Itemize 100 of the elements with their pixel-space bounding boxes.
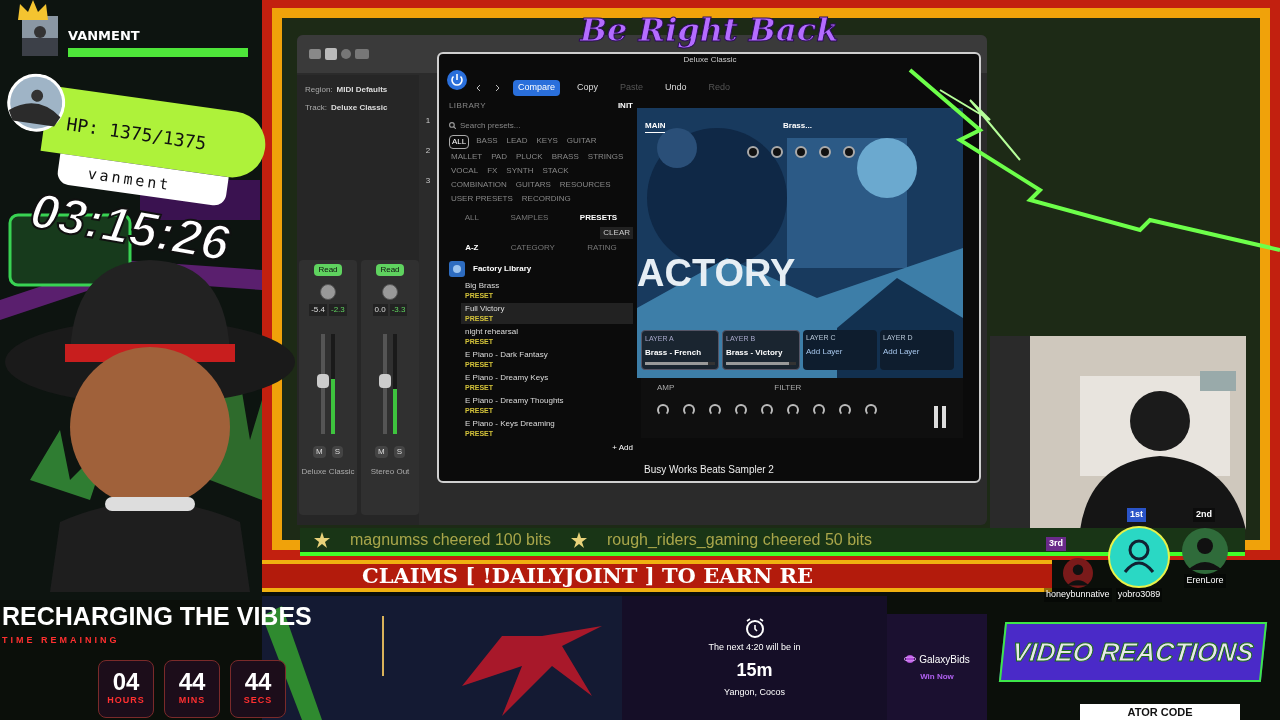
automation-mode[interactable]: Read	[376, 264, 404, 276]
alarm-clock-icon	[743, 617, 766, 639]
toolbar-button[interactable]: Undo	[660, 80, 692, 96]
widget-caption: The next 4:20 will be in	[708, 641, 801, 654]
countdown-value: 04	[112, 670, 140, 695]
inspector-value: Deluxe Classic	[330, 102, 388, 114]
level-reading: -2.3	[329, 304, 347, 316]
pause-icon[interactable]	[934, 406, 946, 428]
clear-button[interactable]: CLEAR	[600, 227, 633, 239]
add-button[interactable]: + Add	[612, 442, 633, 454]
sort-tab[interactable]: RATING	[587, 242, 617, 254]
knob[interactable]	[735, 404, 747, 416]
patch-name[interactable]: Brass...	[783, 120, 812, 132]
leader-name: honeybunnative	[1044, 588, 1112, 602]
category-chip[interactable]: ALL	[449, 135, 470, 149]
inspector-value: MIDI Defaults	[336, 84, 388, 96]
preset-name: INIT	[617, 100, 633, 112]
category-chip[interactable]: RECORDING	[519, 193, 573, 205]
planet-icon	[904, 653, 917, 665]
category-chip[interactable]: STRINGS	[585, 151, 626, 163]
countdown-unit: MINS	[178, 694, 206, 708]
strip-button[interactable]: S	[331, 446, 343, 458]
category-chip[interactable]: GUITAR	[564, 135, 599, 149]
star-icon	[314, 532, 330, 548]
countdown-value: 44	[244, 670, 272, 695]
source-tab[interactable]: SAMPLES	[510, 212, 549, 224]
category-chip[interactable]: BRASS	[549, 151, 581, 163]
category-chip[interactable]: KEYS	[534, 135, 560, 149]
fader-handle[interactable]	[379, 374, 391, 388]
toolbar-button[interactable]: Compare	[513, 80, 560, 96]
ticker-message: rough_riders_gaming cheered 50 bits	[607, 530, 873, 550]
section-label: FILTER	[774, 382, 802, 394]
power-icon[interactable]	[447, 70, 467, 90]
category-chip[interactable]: SYNTH	[504, 165, 536, 177]
section-label: AMP	[657, 382, 675, 394]
countdown-unit: SECS	[243, 694, 273, 708]
knob[interactable]	[657, 404, 669, 416]
knob[interactable]	[865, 404, 877, 416]
folder-icon	[449, 261, 465, 277]
knob[interactable]	[709, 404, 721, 416]
banner-text: CLAIMS [ !DAILYJOINT ] TO EARN RE	[362, 562, 813, 591]
widget-value: 15m	[736, 658, 773, 682]
folder-name[interactable]: Factory Library	[473, 263, 532, 275]
search-field[interactable]: Search presets...	[460, 119, 600, 132]
preset-title: E Piano - Dreamy Thoughts	[465, 396, 565, 406]
star-icon	[571, 532, 587, 548]
track-number: 3	[425, 175, 431, 187]
category-chip[interactable]: GUITARS	[513, 179, 553, 191]
pan-knob[interactable]	[320, 284, 336, 300]
category-chip[interactable]: PAD	[489, 151, 509, 163]
strip-button[interactable]: M	[313, 446, 326, 458]
main-tab[interactable]: MAIN	[645, 120, 666, 133]
sort-tab[interactable]: CATEGORY	[510, 242, 555, 254]
category-chip[interactable]: LEAD	[504, 135, 530, 149]
sponsor-action[interactable]: Win Now	[920, 670, 954, 683]
preset-title: E Piano - Keys Dreaming	[465, 419, 556, 429]
sponsor-name: GalaxyBids	[919, 652, 970, 667]
category-chip[interactable]: BASS	[474, 135, 500, 149]
track-number: 1	[425, 115, 431, 127]
automation-mode[interactable]: Read	[314, 264, 342, 276]
channel-name: Deluxe Classic	[301, 466, 355, 478]
source-tab[interactable]: ALL	[464, 212, 479, 224]
category-chip[interactable]: PLUCK	[514, 151, 545, 163]
preset-title: E Piano - Dark Fantasy	[465, 350, 549, 360]
badge-title: VIDEO REACTIONS	[1010, 635, 1256, 669]
knob[interactable]	[683, 404, 695, 416]
layer-name: Add Layer	[883, 345, 921, 358]
search-icon	[449, 122, 456, 129]
preset-title: E Piano - Dreamy Keys	[465, 373, 550, 383]
ticker-message: magnumss cheered 100 bits	[350, 530, 551, 550]
preset-title: night rehearsal	[465, 327, 519, 337]
toolbar-button[interactable]: Copy	[572, 80, 604, 96]
category-chip[interactable]: MALLET	[449, 151, 485, 163]
knob[interactable]	[761, 404, 773, 416]
category-chip[interactable]: USER PRESETS	[449, 193, 515, 205]
user-avatar-icon	[1108, 526, 1170, 588]
brb-title: Be Right Back	[580, 14, 839, 46]
channel-name: Stereo Out	[370, 466, 410, 478]
widget-place: Yangon, Cocos	[724, 685, 785, 699]
category-chip[interactable]: COMBINATION	[449, 179, 509, 191]
strip-button[interactable]: S	[393, 446, 405, 458]
preset-title: Full Victory	[465, 304, 506, 314]
pan-knob[interactable]	[382, 284, 398, 300]
library-title: LIBRARY	[449, 100, 486, 112]
category-chip[interactable]: FX	[485, 165, 500, 177]
sort-tab[interactable]: A-Z	[465, 242, 479, 254]
category-chip[interactable]: STACK	[540, 165, 571, 177]
knob[interactable]	[839, 404, 851, 416]
fader-handle[interactable]	[317, 374, 329, 388]
category-chip[interactable]: VOCAL	[449, 165, 481, 177]
category-chip[interactable]: RESOURCES	[557, 179, 613, 191]
rank-label: 3rd	[1046, 537, 1066, 551]
inspector-label: Track:	[305, 102, 327, 114]
knob[interactable]	[787, 404, 799, 416]
window-title: Deluxe Classic	[682, 56, 738, 64]
layer-name: Brass - Victory	[726, 346, 784, 359]
knob[interactable]	[813, 404, 825, 416]
source-tab[interactable]: PRESETS	[579, 212, 618, 224]
level-reading: -5.4	[309, 304, 327, 316]
strip-button[interactable]: M	[375, 446, 388, 458]
